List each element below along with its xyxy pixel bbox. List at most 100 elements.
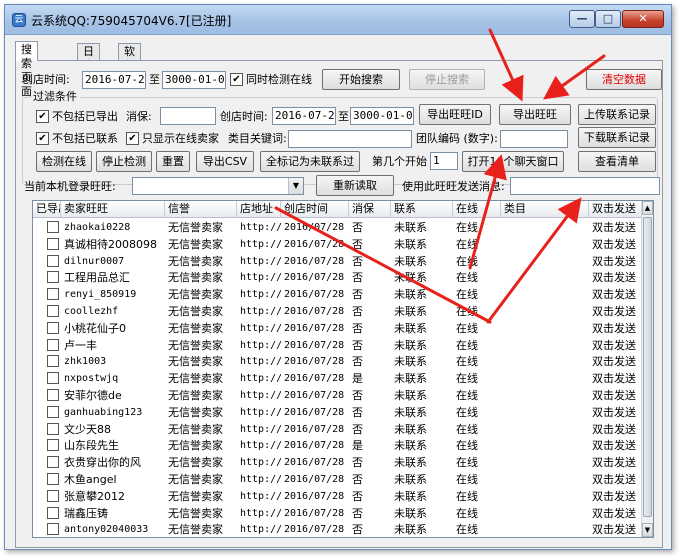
cell-contact[interactable]: 未联系 xyxy=(391,404,453,421)
open-chat-windows-button[interactable]: 打开10个聊天窗口 xyxy=(462,151,564,172)
cell-credit[interactable]: 无信誉卖家 xyxy=(165,303,237,320)
cell-guarantee[interactable]: 否 xyxy=(349,421,391,438)
cell-date[interactable]: 2016/07/28 xyxy=(281,471,349,488)
col-shop-url[interactable]: 店地址 xyxy=(237,201,281,218)
cell-url[interactable]: http:// xyxy=(237,219,281,236)
cell-category[interactable] xyxy=(501,471,589,488)
table-row[interactable]: zhk1003 无信誉卖家 http://2016/07/28 否未联系 在线 双击发送 xyxy=(33,353,643,370)
row-exported-checkbox[interactable] xyxy=(47,473,59,485)
cell-url[interactable]: http:// xyxy=(237,286,281,303)
cell-online[interactable]: 在线 xyxy=(453,488,501,505)
cell-seller[interactable]: dilnur0007 xyxy=(61,253,165,270)
cell-online[interactable]: 在线 xyxy=(453,387,501,404)
cell-credit[interactable]: 无信誉卖家 xyxy=(165,269,237,286)
cell-send[interactable]: 双击发送 xyxy=(589,471,643,488)
cell-date[interactable]: 2016/07/28 xyxy=(281,337,349,354)
cell-date[interactable]: 2016/07/28 xyxy=(281,387,349,404)
cell-contact[interactable]: 未联系 xyxy=(391,370,453,387)
table-row[interactable]: 衣贵穿出你的风 无信誉卖家 http://2016/07/28 否未联系 在线 双击发送 xyxy=(33,454,643,471)
cell-online[interactable]: 在线 xyxy=(453,269,501,286)
tab-search-page[interactable]: 搜索页面 xyxy=(15,41,38,98)
filter-date-from-input[interactable]: 2016-07-21 xyxy=(272,107,336,125)
row-exported-checkbox[interactable] xyxy=(47,506,59,519)
cell-category[interactable] xyxy=(501,269,589,286)
cell-credit[interactable]: 无信誉卖家 xyxy=(165,370,237,387)
row-exported-checkbox[interactable] xyxy=(47,254,59,267)
cell-category[interactable] xyxy=(501,303,589,320)
table-row[interactable]: 卢一丰 无信誉卖家 http://2016/07/28 否未联系 在线 双击发送 xyxy=(33,337,643,354)
cell-contact[interactable]: 未联系 xyxy=(391,320,453,337)
col-created[interactable]: 创店时间 xyxy=(281,201,349,218)
cell-online[interactable]: 在线 xyxy=(453,337,501,354)
cell-url[interactable]: http:// xyxy=(237,370,281,387)
cell-category[interactable] xyxy=(501,370,589,387)
row-exported-checkbox[interactable] xyxy=(47,456,59,469)
table-row[interactable]: coollezhf 无信誉卖家 http://2016/07/28 否未联系 在线 双击发… xyxy=(33,303,643,320)
table-row[interactable]: 真诚相待2008098 无信誉卖家 http://2016/07/28 否未联系 在线 双… xyxy=(33,236,643,253)
cell-guarantee[interactable]: 否 xyxy=(349,253,391,270)
cell-credit[interactable]: 无信誉卖家 xyxy=(165,320,237,337)
cell-category[interactable] xyxy=(501,387,589,404)
row-exported-checkbox[interactable] xyxy=(47,405,59,418)
cell-contact[interactable]: 未联系 xyxy=(391,421,453,438)
col-guarantee[interactable]: 消保 xyxy=(349,201,391,218)
cell-guarantee[interactable]: 否 xyxy=(349,471,391,488)
cell-seller[interactable]: zhaokai0228 xyxy=(61,219,165,236)
cell-date[interactable]: 2016/07/28 xyxy=(281,488,349,505)
cell-guarantee[interactable]: 否 xyxy=(349,337,391,354)
download-contacts-button[interactable]: 下载联系记录 xyxy=(578,127,656,148)
cell-send[interactable]: 双击发送 xyxy=(589,303,643,320)
check-online-checkbox[interactable]: ✔ xyxy=(230,73,243,86)
seller-table[interactable]: 已导出 卖家旺旺 信誉 店地址 创店时间 消保 联系 在线 类目 双击发送 zh… xyxy=(32,200,654,538)
cell-credit[interactable]: 无信誉卖家 xyxy=(165,421,237,438)
cell-send[interactable]: 双击发送 xyxy=(589,505,643,522)
row-exported-checkbox[interactable] xyxy=(47,338,59,351)
search-date-to-input[interactable]: 3000-01-01 xyxy=(162,71,226,89)
cell-send[interactable]: 双击发送 xyxy=(589,286,643,303)
cell-contact[interactable]: 未联系 xyxy=(391,437,453,454)
cell-url[interactable]: http:// xyxy=(237,471,281,488)
cell-date[interactable]: 2016/07/28 xyxy=(281,521,349,537)
cell-online[interactable]: 在线 xyxy=(453,253,501,270)
row-exported-checkbox[interactable] xyxy=(47,489,59,502)
row-exported-checkbox[interactable] xyxy=(47,221,59,233)
start-index-input[interactable]: 1 xyxy=(430,152,458,170)
cell-contact[interactable]: 未联系 xyxy=(391,521,453,537)
cell-contact[interactable]: 未联系 xyxy=(391,353,453,370)
cell-seller[interactable]: 张意攀2012 xyxy=(61,488,165,505)
cell-contact[interactable]: 未联系 xyxy=(391,471,453,488)
scroll-down-icon[interactable]: ▼ xyxy=(642,523,653,537)
cell-send[interactable]: 双击发送 xyxy=(589,219,643,236)
cell-url[interactable]: http:// xyxy=(237,387,281,404)
cell-contact[interactable]: 未联系 xyxy=(391,269,453,286)
cell-seller[interactable]: 衣贵穿出你的风 xyxy=(61,454,165,471)
table-row[interactable]: dilnur0007 无信誉卖家 http://2016/07/28 否未联系 在线 双击… xyxy=(33,253,643,270)
cell-seller[interactable]: zhk1003 xyxy=(61,353,165,370)
cell-category[interactable] xyxy=(501,236,589,253)
cell-online[interactable]: 在线 xyxy=(453,219,501,236)
cell-url[interactable]: http:// xyxy=(237,454,281,471)
keyword-input[interactable] xyxy=(288,130,412,148)
cell-date[interactable]: 2016/07/28 xyxy=(281,421,349,438)
cell-send[interactable]: 双击发送 xyxy=(589,521,643,537)
reload-button[interactable]: 重新读取 xyxy=(316,175,394,196)
cell-url[interactable]: http:// xyxy=(237,437,281,454)
cell-send[interactable]: 双击发送 xyxy=(589,269,643,286)
cell-send[interactable]: 双击发送 xyxy=(589,353,643,370)
cell-online[interactable]: 在线 xyxy=(453,353,501,370)
row-exported-checkbox[interactable] xyxy=(47,422,59,435)
cell-send[interactable]: 双击发送 xyxy=(589,488,643,505)
cell-credit[interactable]: 无信誉卖家 xyxy=(165,353,237,370)
col-exported[interactable]: 已导出 xyxy=(33,201,61,218)
table-row[interactable]: 山东段先生 无信誉卖家 http://2016/07/28 是未联系 在线 双击发送 xyxy=(33,437,643,454)
cell-send[interactable]: 双击发送 xyxy=(589,337,643,354)
table-row[interactable]: 文少天88 无信誉卖家 http://2016/07/28 否未联系 在线 双击发送 xyxy=(33,421,643,438)
view-list-button[interactable]: 查看清单 xyxy=(578,151,656,172)
cell-seller[interactable]: 小桃花仙子0 xyxy=(61,320,165,337)
tab-log[interactable]: 日志 xyxy=(77,43,100,72)
cell-guarantee[interactable]: 否 xyxy=(349,387,391,404)
cell-guarantee[interactable]: 否 xyxy=(349,286,391,303)
login-wangwang-dropdown[interactable]: ▼ xyxy=(132,177,304,195)
cell-date[interactable]: 2016/07/28 xyxy=(281,454,349,471)
cell-seller[interactable]: 卢一丰 xyxy=(61,337,165,354)
